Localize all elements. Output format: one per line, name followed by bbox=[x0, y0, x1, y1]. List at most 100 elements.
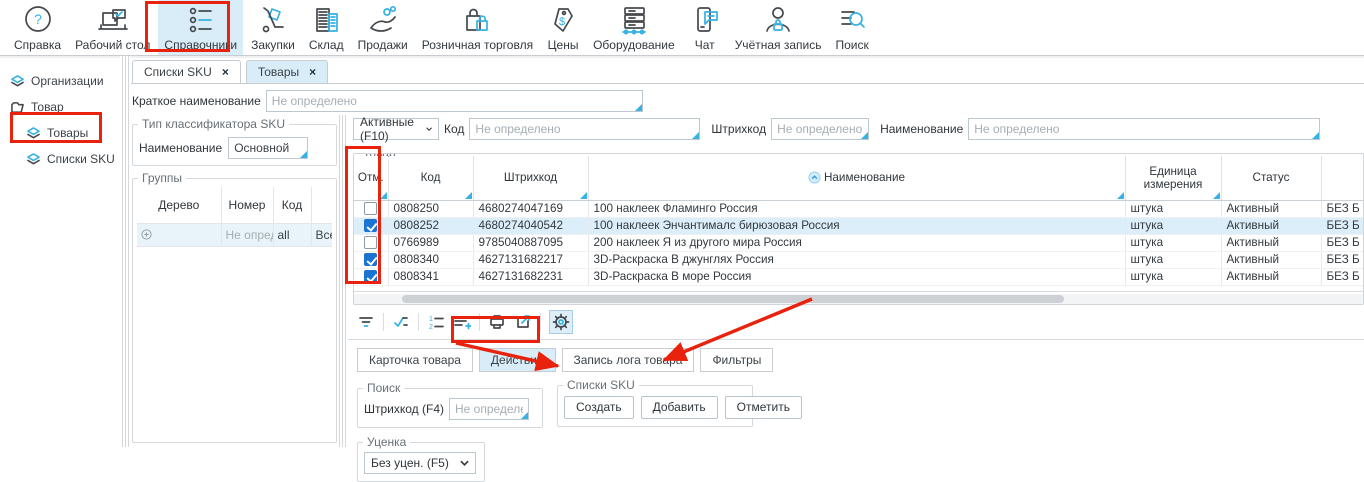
sidebar-item-product[interactable]: Товар bbox=[0, 94, 120, 120]
toolbar-item-search[interactable]: Поиск bbox=[830, 0, 875, 55]
toolbar-label: Склад bbox=[309, 38, 344, 52]
toolbar-label: Справка bbox=[14, 38, 61, 52]
sort-ascending-icon[interactable] bbox=[808, 171, 821, 184]
toolbar-item-warehouse[interactable]: Склад bbox=[303, 0, 350, 55]
tab-product-log[interactable]: Запись лога товара bbox=[562, 348, 695, 372]
tab-filters[interactable]: Фильтры bbox=[700, 348, 773, 372]
folder-icon bbox=[10, 101, 25, 114]
row-checkbox[interactable] bbox=[364, 253, 377, 266]
row-checkbox[interactable] bbox=[364, 219, 377, 232]
toolbar-item-retail[interactable]: Розничная торговля bbox=[416, 0, 539, 55]
groups-row[interactable]: Не определено all Все bbox=[137, 223, 332, 246]
purchases-icon bbox=[257, 3, 289, 37]
column-header-barcode[interactable]: Штрихкод bbox=[473, 156, 588, 200]
sidebar-item-label: Товары bbox=[47, 126, 88, 140]
add-list-icon[interactable] bbox=[453, 313, 471, 331]
groups-table: Дерево Номер Код Не определено all Все bbox=[137, 187, 332, 247]
toolbar-label: Учётная запись bbox=[735, 38, 822, 52]
numbered-list-icon[interactable]: 12 bbox=[427, 313, 445, 331]
scrollbar-thumb[interactable] bbox=[402, 295, 1064, 303]
markdown-select[interactable]: Без уцен. (F5) bbox=[364, 452, 476, 474]
short-name-label: Краткое наименование bbox=[132, 94, 261, 108]
help-icon: ? bbox=[22, 3, 54, 37]
column-header-checked[interactable]: Отм. bbox=[354, 156, 388, 200]
sidebar-item-label: Организации bbox=[31, 74, 104, 88]
account-icon bbox=[762, 3, 794, 37]
groups-column-header[interactable]: Номер bbox=[221, 187, 273, 223]
groups-cell-extra: Все bbox=[311, 223, 332, 246]
column-header-code[interactable]: Код bbox=[388, 156, 473, 200]
barcode-filter-label: Штрихкод bbox=[711, 122, 766, 136]
code-filter-label: Код bbox=[444, 122, 464, 136]
classifier-name-field[interactable] bbox=[228, 137, 308, 159]
panel-splitter[interactable] bbox=[337, 115, 348, 447]
toolbar-label: Чат bbox=[695, 38, 715, 52]
toolbar-item-directories[interactable]: Справочники bbox=[158, 0, 243, 55]
print-icon[interactable] bbox=[488, 313, 506, 331]
mark-button[interactable]: Отметить bbox=[725, 396, 802, 419]
directories-icon bbox=[185, 3, 217, 37]
row-checkbox[interactable] bbox=[364, 202, 377, 215]
barcode-f4-field[interactable] bbox=[449, 398, 529, 420]
tab-products[interactable]: Товары × bbox=[246, 60, 328, 83]
close-icon[interactable]: × bbox=[309, 65, 316, 79]
checklist-icon[interactable] bbox=[392, 313, 410, 331]
row-checkbox[interactable] bbox=[364, 236, 377, 249]
groups-cell-code: all bbox=[273, 223, 311, 246]
table-row[interactable]: 0808250 4680274047169 100 наклеек Фламин… bbox=[354, 200, 1364, 217]
toolbar-item-help[interactable]: ? Справка bbox=[8, 0, 67, 55]
groups-column-header[interactable] bbox=[311, 187, 332, 223]
code-filter-field[interactable] bbox=[469, 118, 700, 140]
column-header-unit[interactable]: Единица измерения bbox=[1125, 156, 1221, 200]
tab-product-card[interactable]: Карточка товара bbox=[357, 348, 473, 372]
sales-icon bbox=[366, 3, 400, 37]
toolbar-item-desktop[interactable]: Рабочий стол bbox=[69, 0, 156, 55]
name-filter-field[interactable] bbox=[968, 118, 1320, 140]
main-toolbar: ? Справка Рабочий стол Справочники Закуп… bbox=[0, 0, 1364, 56]
sidebar-item-organizations[interactable]: Организации bbox=[0, 68, 120, 94]
table-row[interactable]: 0808340 4627131682217 3D-Раскраска В джу… bbox=[354, 251, 1364, 268]
toolbar-item-chat[interactable]: Чат bbox=[683, 0, 727, 55]
toolbar-item-prices[interactable]: $ Цены bbox=[541, 0, 585, 55]
table-row[interactable]: 0808252 4680274040542 100 наклеек Энчант… bbox=[354, 217, 1364, 234]
classifier-groupbox: Тип классификатора SKU Наименование bbox=[132, 124, 337, 166]
expand-icon[interactable] bbox=[141, 229, 217, 240]
toolbar-item-purchases[interactable]: Закупки bbox=[245, 0, 301, 55]
table-row[interactable]: 0808341 4627131682231 3D-Раскраска В мор… bbox=[354, 268, 1364, 285]
toolbar-label: Поиск bbox=[836, 38, 869, 52]
status-filter-select[interactable]: Активные (F10) bbox=[353, 118, 439, 140]
create-button[interactable]: Создать bbox=[564, 396, 634, 419]
toolbar-item-equipment[interactable]: Оборудование bbox=[587, 0, 681, 55]
sidebar-item-sku-lists[interactable]: Списки SKU bbox=[0, 146, 120, 172]
groups-column-header[interactable]: Дерево bbox=[137, 187, 221, 223]
tab-actions[interactable]: Действия bbox=[479, 348, 556, 372]
column-header-name[interactable]: Наименование bbox=[588, 156, 1125, 200]
sidebar-item-label: Списки SKU bbox=[47, 152, 115, 166]
export-icon[interactable] bbox=[514, 313, 532, 331]
table-row[interactable]: 0766989 9785040887095 200 наклеек Я из д… bbox=[354, 234, 1364, 251]
search-icon bbox=[836, 3, 868, 37]
close-icon[interactable]: × bbox=[222, 65, 229, 79]
classifier-name-label: Наименование bbox=[139, 141, 222, 155]
barcode-filter-field[interactable] bbox=[771, 118, 869, 140]
toolbar-label: Рабочий стол bbox=[75, 38, 150, 52]
retail-icon bbox=[460, 3, 494, 37]
table-horizontal-scrollbar[interactable] bbox=[354, 294, 1363, 304]
layers-icon bbox=[10, 75, 25, 88]
groups-column-header[interactable]: Код bbox=[273, 187, 311, 223]
settings-gear-icon[interactable] bbox=[549, 310, 573, 334]
short-name-field[interactable] bbox=[266, 90, 643, 112]
toolbar-item-account[interactable]: Учётная запись bbox=[729, 0, 828, 55]
filter-icon[interactable] bbox=[357, 313, 375, 331]
row-checkbox[interactable] bbox=[364, 270, 377, 283]
column-header-status[interactable]: Статус bbox=[1221, 156, 1321, 200]
panel-splitter[interactable] bbox=[120, 56, 131, 447]
sidebar-item-products[interactable]: Товары bbox=[0, 120, 120, 146]
add-button[interactable]: Добавить bbox=[641, 396, 718, 419]
toolbar-item-sales[interactable]: Продажи bbox=[352, 0, 414, 55]
search-groupbox: Поиск Штрихкод (F4) bbox=[357, 388, 543, 428]
groupbox-title: Поиск bbox=[363, 381, 404, 395]
tab-sku-lists[interactable]: Списки SKU × bbox=[132, 60, 241, 83]
column-header-extra[interactable] bbox=[1321, 156, 1364, 200]
toolbar-separator bbox=[418, 313, 419, 331]
